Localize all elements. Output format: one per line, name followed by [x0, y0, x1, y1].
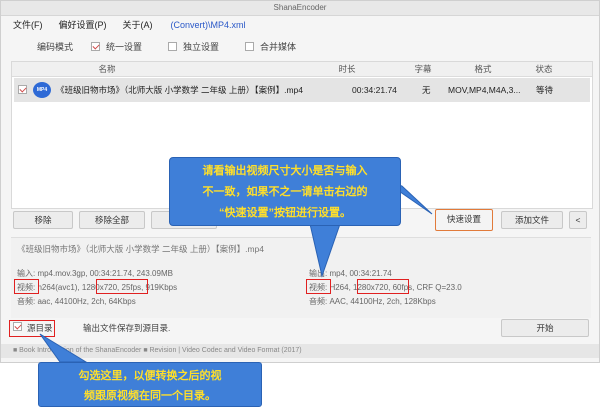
info-title: 《班级旧物市场》（北师大版 小学数学 二年级 上册）【案例】.mp4 [17, 244, 264, 254]
row-duration: 00:34:21.74 [352, 85, 397, 95]
header-format[interactable]: 格式 [458, 62, 508, 76]
header-subtitle[interactable]: 字幕 [408, 62, 438, 76]
encode-mode-row: 编码模式 统一设置 独立设置 合并媒体 [1, 35, 599, 57]
header-name[interactable]: 名称 [72, 62, 142, 76]
callout2-line2: 频跟原视频在同一个目录。 [84, 390, 216, 402]
add-file-button[interactable]: 添加文件 [501, 211, 563, 229]
bottom-bar: 源目录 输出文件保存到源目录. 开始 [1, 317, 599, 339]
preset-path[interactable]: (Convert)\MP4.xml [171, 20, 246, 30]
collapse-button[interactable]: < [569, 211, 587, 229]
quick-settings-button[interactable]: 快速设置 [435, 209, 493, 231]
source-dir-label[interactable]: 源目录 [27, 322, 53, 334]
independent-checkbox[interactable] [168, 41, 178, 51]
independent-option[interactable]: 独立设置 [168, 40, 219, 53]
input-summary: 输入: mp4.mov.3gp, 00:34:21.74, 243.09MB [17, 269, 173, 278]
row-name: 《班级旧物市场》（北师大版 小学数学 二年级 上册）【案例】.mp4 [56, 85, 303, 95]
unified-label: 统一设置 [106, 41, 143, 52]
unified-option[interactable]: 统一设置 [91, 40, 142, 53]
encode-mode-label: 编码模式 [37, 41, 74, 52]
row-subtitle: 无 [422, 85, 431, 95]
unified-checkbox[interactable] [91, 41, 101, 51]
input-video-label-highlight [14, 279, 39, 294]
menu-bar: 文件(F) 偏好设置(P) 关于(A) (Convert)\MP4.xml [1, 16, 599, 33]
callout2-line1: 勾选这里，以便转换之后的视 [78, 370, 222, 382]
remove-button[interactable]: 移除 [13, 211, 73, 229]
callout1-line1: 请看输出视频尺寸大小是否与输入 [202, 165, 368, 177]
merge-checkbox[interactable] [245, 41, 255, 51]
callout1-line2: 不一致，如果不之一请单击右边的 [202, 186, 368, 198]
output-audio: 音频: AAC, 44100Hz, 2ch, 128Kbps [309, 297, 436, 306]
menu-about[interactable]: 关于(A) [123, 18, 153, 31]
menu-preferences[interactable]: 偏好设置(P) [59, 18, 107, 31]
menu-file[interactable]: 文件(F) [13, 18, 43, 31]
independent-label: 独立设置 [183, 41, 220, 52]
merge-option[interactable]: 合并媒体 [245, 40, 296, 53]
row-format: MOV,MP4,M4A,3... [448, 85, 521, 95]
status-bar: ■ Book Introduction of the ShanaEncoder … [1, 344, 599, 358]
table-row[interactable]: MP4 《班级旧物市场》（北师大版 小学数学 二年级 上册）【案例】.mp4 0… [14, 78, 590, 102]
row-checkbox[interactable] [18, 85, 27, 94]
mp4-file-icon: MP4 [33, 82, 51, 98]
table-header: 名称 时长 字幕 格式 状态 [12, 62, 592, 77]
input-resolution-highlight [96, 279, 148, 294]
remove-all-button[interactable]: 移除全部 [79, 211, 145, 229]
window-title: ShanaEncoder [1, 1, 599, 16]
save-location-note: 输出文件保存到源目录. [83, 323, 171, 333]
header-duration[interactable]: 时长 [322, 62, 372, 76]
header-status[interactable]: 状态 [524, 62, 564, 76]
output-resolution-highlight [357, 279, 409, 294]
input-audio: 音频: aac, 44100Hz, 2ch, 64Kbps [17, 297, 136, 306]
merge-label: 合并媒体 [260, 41, 297, 52]
start-button[interactable]: 开始 [501, 319, 589, 337]
output-summary: 输出: mp4, 00:34:21.74 [309, 269, 392, 278]
row-status: 等待 [536, 85, 554, 95]
callout1-line3: “快速设置”按钮进行设置。 [219, 207, 351, 219]
source-dir-checkbox[interactable] [13, 322, 22, 331]
output-video-label-highlight [306, 279, 331, 294]
quick-settings-callout: 请看输出视频尺寸大小是否与输入 不一致，如果不之一请单击右边的 “快速设置”按钮… [169, 157, 401, 226]
source-dir-callout: 勾选这里，以便转换之后的视 频跟原视频在同一个目录。 [38, 362, 262, 407]
file-info-panel: 《班级旧物市场》（北师大版 小学数学 二年级 上册）【案例】.mp4 输入: m… [11, 237, 591, 318]
